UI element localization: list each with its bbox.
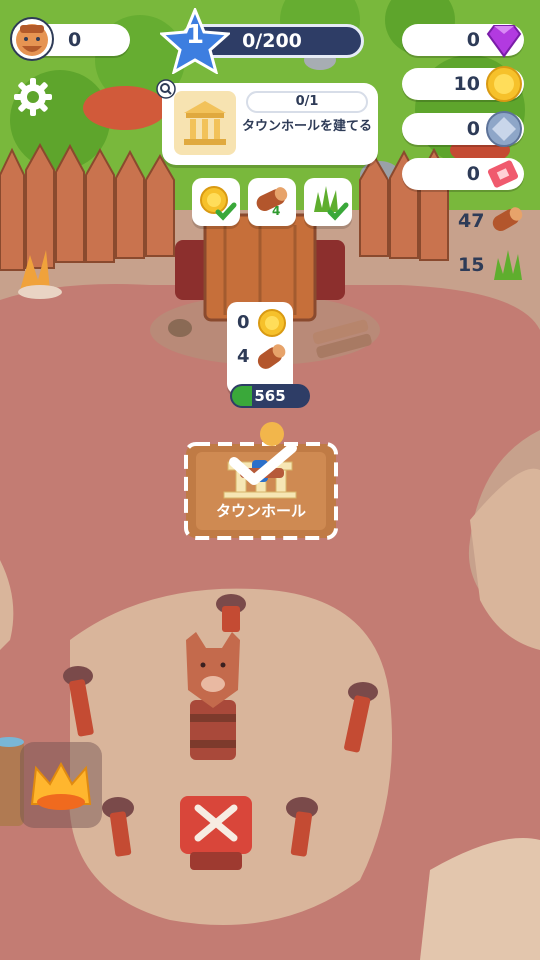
villager-face-icon <box>10 17 54 61</box>
wood-value: 47 <box>458 210 485 232</box>
shields-counter[interactable]: 0 <box>402 111 524 147</box>
ticket-icon <box>487 160 519 188</box>
build-plot-label[interactable]: タウンホール <box>186 500 336 521</box>
quest-progress: 0/1 <box>246 91 368 113</box>
coins-value: 10 <box>453 73 480 95</box>
townhall-quest-icon <box>174 91 236 155</box>
build-cost-card: 0 4 <box>227 302 293 394</box>
wood-log-icon <box>257 344 286 369</box>
requirement-coin <box>192 178 240 226</box>
crown-button[interactable] <box>20 742 102 828</box>
wood-log-icon <box>256 187 288 211</box>
shields-value: 0 <box>466 118 480 140</box>
coin-icon <box>258 309 286 337</box>
grass-check-icon <box>314 186 349 221</box>
quest-card[interactable]: 0/1 タウンホールを建てる <box>162 83 378 165</box>
requirement-wood-count: 4 <box>272 204 281 218</box>
requirement-wood: 4 <box>248 178 296 226</box>
coin-check-icon <box>200 186 237 221</box>
population-value: 0 <box>68 29 82 51</box>
tickets-counter[interactable]: 0 <box>402 158 524 190</box>
cost-coins-value: 0 <box>237 312 250 333</box>
health-fill <box>232 386 252 406</box>
magnifier-icon <box>156 79 176 99</box>
townhall-icon <box>184 101 226 145</box>
player-health-value: 565 <box>254 387 286 405</box>
settings-gear-icon[interactable] <box>12 76 54 118</box>
coin-icon <box>486 66 522 102</box>
grass-icon <box>494 250 522 280</box>
gems-counter[interactable]: 0 <box>402 24 524 58</box>
quest-title: タウンホールを建てる <box>242 119 373 134</box>
requirement-grass <box>304 178 352 226</box>
crown-icon <box>30 761 92 810</box>
cost-wood-value: 4 <box>237 346 250 367</box>
wood-log-icon <box>492 207 523 231</box>
tickets-value: 0 <box>466 163 480 185</box>
gem-icon <box>486 25 522 58</box>
grass-value: 15 <box>458 254 485 276</box>
coins-counter[interactable]: 10 <box>402 66 524 102</box>
shield-icon <box>486 111 522 147</box>
gems-value: 0 <box>466 29 480 51</box>
level-value: 1 <box>185 20 205 50</box>
